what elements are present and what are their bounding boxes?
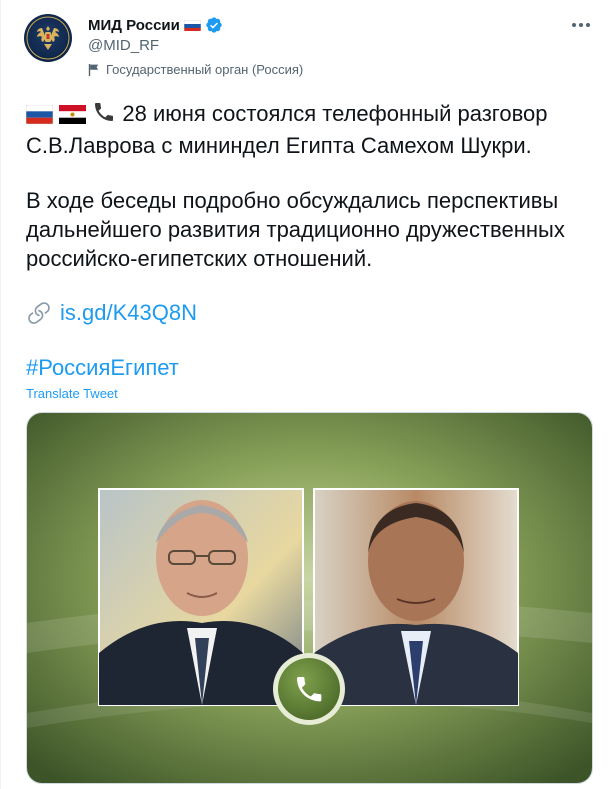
egypt-flag-icon	[59, 102, 87, 131]
account-name-row[interactable]: МИД России	[88, 16, 223, 34]
link-icon	[28, 301, 50, 324]
more-options-icon	[572, 23, 590, 27]
russia-flag-icon	[25, 102, 54, 131]
tweet-link[interactable]: is.gd/K43Q8N	[26, 298, 197, 327]
account-handle[interactable]: @MID_RF	[88, 37, 159, 54]
translate-tweet-button[interactable]: Translate Tweet	[26, 386, 118, 401]
phone-icon	[92, 100, 116, 131]
account-name[interactable]: МИД России	[88, 17, 180, 34]
tweet-link-text[interactable]: is.gd/K43Q8N	[60, 298, 197, 327]
timeline-border	[0, 0, 1, 789]
left-portrait-photo	[98, 488, 304, 706]
account-avatar[interactable]	[24, 14, 72, 62]
government-label: Государственный орган (Россия)	[88, 62, 303, 77]
verified-badge-icon	[205, 16, 223, 34]
phone-call-badge-icon	[273, 653, 345, 725]
hashtag-link[interactable]: #РоссияЕгипет	[26, 353, 179, 382]
tweet-text-paragraph-2: В ходе беседы подробно обсуждались персп…	[26, 188, 565, 271]
more-options-button[interactable]	[566, 14, 596, 36]
tweet-media-image[interactable]	[26, 412, 593, 784]
gov-flag-icon	[88, 63, 99, 76]
right-portrait-photo	[313, 488, 519, 706]
ministry-emblem-icon	[26, 16, 70, 60]
tweet-text-paragraph-1: 28 июня состоялся телефонный разговор С.…	[25, 99, 596, 160]
russia-flag-icon	[183, 19, 201, 31]
government-label-text: Государственный орган (Россия)	[106, 62, 304, 77]
media-illustration	[27, 413, 592, 783]
